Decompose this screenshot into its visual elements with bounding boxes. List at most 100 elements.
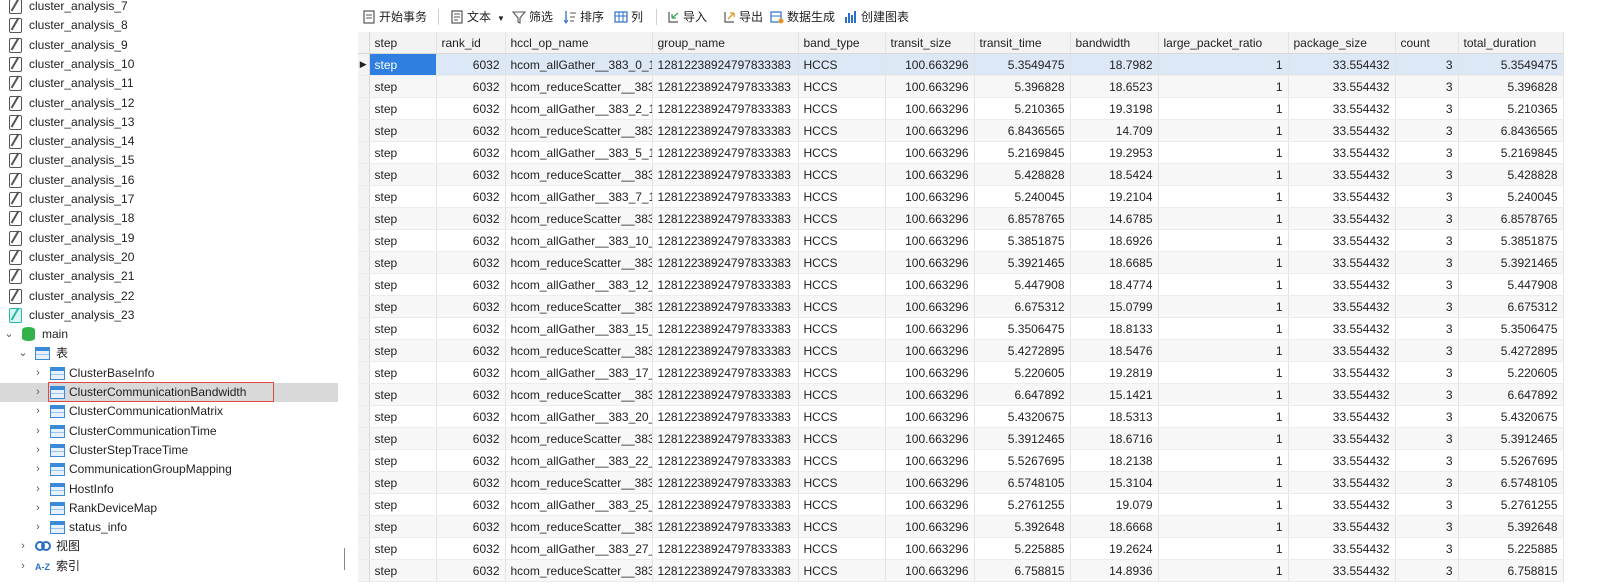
cell-package-size[interactable]: 33.554432 [1288,361,1396,384]
row-selector[interactable] [358,559,370,582]
cell-total-duration[interactable]: 5.3921465 [1458,251,1564,274]
cell-band-type[interactable]: HCCS [798,339,886,362]
cell-transit-time[interactable]: 5.392648 [974,515,1071,538]
row-selector[interactable] [358,141,370,164]
cell-count[interactable]: 3 [1395,317,1459,340]
cell-transit-size[interactable]: 100.663296 [885,53,975,76]
cell-transit-time[interactable]: 5.2169845 [974,141,1071,164]
cell-package-size[interactable]: 33.554432 [1288,207,1396,230]
cell-group-name[interactable]: 12812238924797833383 [652,537,799,560]
cell-count[interactable]: 3 [1395,295,1459,318]
table-row[interactable]: step 6032 hcom_allGather__383_20_ 128122389… [358,405,1564,428]
cell-package-size[interactable]: 33.554432 [1288,163,1396,186]
cell-package-size[interactable]: 33.554432 [1288,383,1396,406]
cell-transit-time[interactable]: 6.8578765 [974,207,1071,230]
cell-transit-time[interactable]: 5.240045 [974,185,1071,208]
cell-count[interactable]: 3 [1395,75,1459,98]
cell-large-packet-ratio[interactable]: 1 [1158,53,1289,76]
table-row[interactable]: step 6032 hcom_reduceScatter__383 128122389… [358,163,1564,186]
cell-step[interactable]: step [369,361,437,384]
cell-hccl-op-name[interactable]: hcom_allGather__383_2_1 [505,97,653,120]
cell-transit-size[interactable]: 100.663296 [885,405,975,428]
cell-rank-id[interactable]: 6032 [436,405,506,428]
cell-step[interactable]: step [369,141,437,164]
cell-bandwidth[interactable]: 19.079 [1070,493,1159,516]
cell-hccl-op-name[interactable]: hcom_allGather__383_0_1 [505,53,653,76]
cell-count[interactable]: 3 [1395,405,1459,428]
cell-transit-time[interactable]: 5.220605 [974,361,1071,384]
cell-group-name[interactable]: 12812238924797833383 [652,449,799,472]
cell-large-packet-ratio[interactable]: 1 [1158,75,1289,98]
cell-large-packet-ratio[interactable]: 1 [1158,207,1289,230]
cell-transit-time[interactable]: 5.210365 [974,97,1071,120]
table-row[interactable]: step 6032 hcom_allGather__383_12_ 128122389… [358,273,1564,296]
cell-total-duration[interactable]: 6.758815 [1458,559,1564,582]
cell-large-packet-ratio[interactable]: 1 [1158,405,1289,428]
cell-total-duration[interactable]: 5.4272895 [1458,339,1564,362]
cell-hccl-op-name[interactable]: hcom_allGather__383_15_ [505,317,653,340]
table-row[interactable]: step 6032 hcom_allGather__383_5_1 128122389… [358,141,1564,164]
cell-bandwidth[interactable]: 19.2819 [1070,361,1159,384]
cell-transit-time[interactable]: 5.3549475 [974,53,1071,76]
tree-item-table[interactable]: › RankDeviceMap [0,499,338,518]
cell-count[interactable]: 3 [1395,471,1459,494]
cell-transit-time[interactable]: 6.675312 [974,295,1071,318]
table-row[interactable]: step 6032 hcom_allGather__383_10_ 128122389… [358,229,1564,252]
cell-large-packet-ratio[interactable]: 1 [1158,185,1289,208]
import-button[interactable]: 导入 [666,7,707,27]
table-row[interactable]: step 6032 hcom_reduceScatter__383 128122389… [358,119,1564,142]
table-row[interactable]: step 6032 hcom_reduceScatter__383 128122389… [358,427,1564,450]
tree-item-analysis[interactable]: cluster_analysis_16 [0,171,338,190]
table-row[interactable]: step 6032 hcom_allGather__383_22_ 128122389… [358,449,1564,472]
tree-item-analysis[interactable]: cluster_analysis_13 [0,113,338,132]
cell-group-name[interactable]: 12812238924797833383 [652,207,799,230]
row-selector[interactable] [358,229,370,252]
cell-bandwidth[interactable]: 14.709 [1070,119,1159,142]
row-selector[interactable] [358,339,370,362]
cell-total-duration[interactable]: 5.3549475 [1458,53,1564,76]
row-selector[interactable] [358,383,370,406]
cell-band-type[interactable]: HCCS [798,273,886,296]
cell-band-type[interactable]: HCCS [798,185,886,208]
cell-large-packet-ratio[interactable]: 1 [1158,295,1289,318]
data-generation-button[interactable]: 数据生成 [770,7,835,27]
cell-band-type[interactable]: HCCS [798,383,886,406]
cell-bandwidth[interactable]: 19.2104 [1070,185,1159,208]
cell-step[interactable]: step [369,97,437,120]
cell-group-name[interactable]: 12812238924797833383 [652,317,799,340]
row-selector[interactable] [358,493,370,516]
table-row[interactable]: step 6032 hcom_reduceScatter__383 128122389… [358,339,1564,362]
cell-package-size[interactable]: 33.554432 [1288,119,1396,142]
cell-rank-id[interactable]: 6032 [436,163,506,186]
cell-step[interactable]: step [369,559,437,582]
cell-band-type[interactable]: HCCS [798,493,886,516]
cell-package-size[interactable]: 33.554432 [1288,229,1396,252]
cell-step[interactable]: step [369,207,437,230]
cell-group-name[interactable]: 12812238924797833383 [652,339,799,362]
cell-count[interactable]: 3 [1395,141,1459,164]
cell-transit-time[interactable]: 6.758815 [974,559,1071,582]
cell-band-type[interactable]: HCCS [798,207,886,230]
cell-large-packet-ratio[interactable]: 1 [1158,383,1289,406]
table-row[interactable]: step 6032 hcom_allGather__383_17_ 128122389… [358,361,1564,384]
table-row[interactable]: step 6032 hcom_reduceScatter__383 128122389… [358,75,1564,98]
cell-count[interactable]: 3 [1395,185,1459,208]
cell-count[interactable]: 3 [1395,537,1459,560]
text-button[interactable]: 文本 ▼ [450,7,505,27]
data-grid[interactable]: step rank_id hccl_op_name group_name band_ty… [358,32,1622,587]
cell-hccl-op-name[interactable]: hcom_reduceScatter__383 [505,515,653,538]
cell-package-size[interactable]: 33.554432 [1288,53,1396,76]
cell-transit-size[interactable]: 100.663296 [885,449,975,472]
tree-item-analysis[interactable]: cluster_analysis_17 [0,190,338,209]
cell-transit-size[interactable]: 100.663296 [885,361,975,384]
cell-step[interactable]: step [369,295,437,318]
tree-item-analysis[interactable]: cluster_analysis_15 [0,151,338,170]
cell-transit-time[interactable]: 5.428828 [974,163,1071,186]
cell-bandwidth[interactable]: 14.6785 [1070,207,1159,230]
cell-large-packet-ratio[interactable]: 1 [1158,119,1289,142]
row-selector[interactable] [358,449,370,472]
cell-bandwidth[interactable]: 18.2138 [1070,449,1159,472]
cell-total-duration[interactable]: 5.210365 [1458,97,1564,120]
cell-bandwidth[interactable]: 15.3104 [1070,471,1159,494]
cell-transit-time[interactable]: 5.447908 [974,273,1071,296]
